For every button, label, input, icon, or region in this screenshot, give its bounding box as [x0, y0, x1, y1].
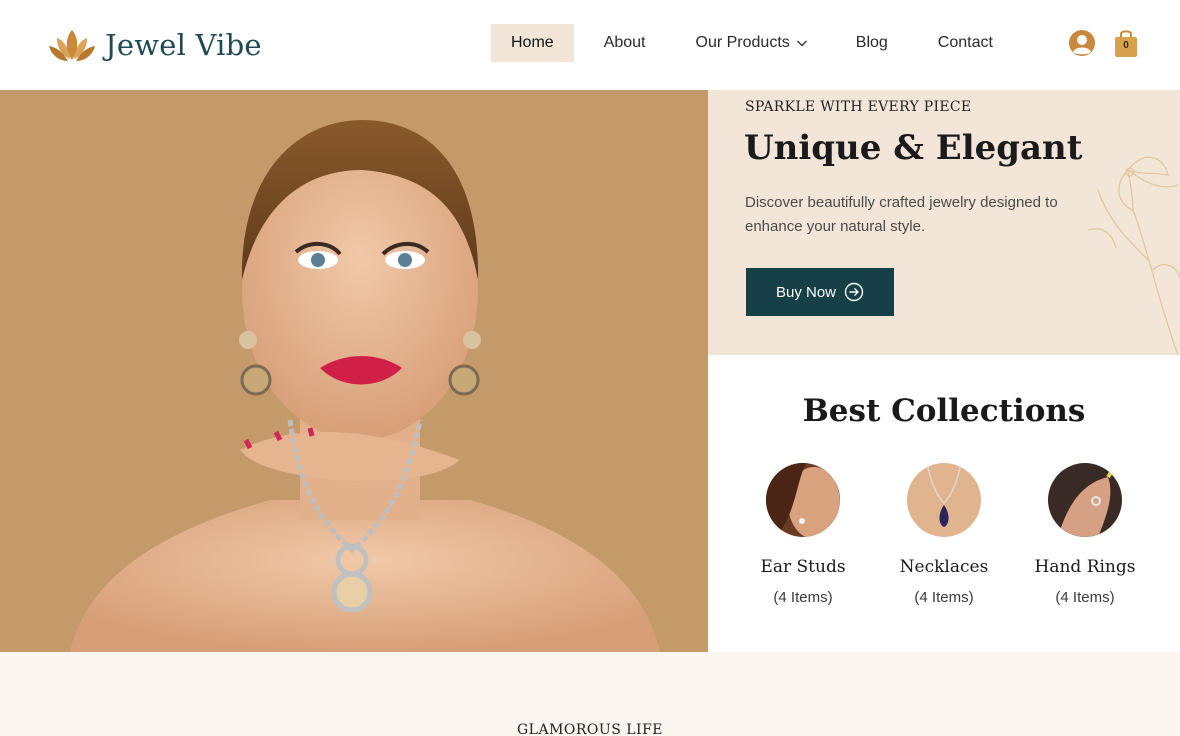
- collections-title: Best Collections: [802, 393, 1086, 429]
- collection-name: Hand Rings: [1034, 557, 1136, 577]
- hero-model-image: [0, 90, 708, 652]
- collection-necklaces[interactable]: Necklaces (4 Items): [884, 463, 1004, 606]
- ear-studs-thumbnail: [766, 463, 840, 537]
- hero-promo: SPARKLE WITH EVERY PIECE Unique & Elegan…: [708, 90, 1180, 355]
- nav-item-home[interactable]: Home: [491, 24, 574, 62]
- collection-hand-rings[interactable]: Hand Rings (4 Items): [1025, 463, 1145, 606]
- collection-name: Ear Studs: [760, 557, 846, 577]
- buy-now-button[interactable]: Buy Now: [746, 268, 894, 316]
- nav-item-contact[interactable]: Contact: [938, 24, 993, 62]
- buy-now-label: Buy Now: [775, 283, 837, 301]
- nav-item-about[interactable]: About: [604, 24, 646, 62]
- nav-item-our-products[interactable]: Our Products: [696, 24, 808, 62]
- lotus-icon: [49, 30, 95, 61]
- necklaces-thumbnail: [907, 463, 981, 537]
- arrow-right-circle-icon: [844, 282, 864, 302]
- cart-button[interactable]: 0: [1113, 27, 1139, 59]
- collection-count: (4 Items): [773, 589, 833, 606]
- section-eyebrow: GLAMOROUS LIFE: [516, 722, 664, 736]
- collection-count: (4 Items): [1055, 589, 1115, 606]
- collection-name: Necklaces: [899, 557, 989, 577]
- promo-eyebrow: SPARKLE WITH EVERY PIECE: [745, 99, 972, 115]
- promo-description: Discover beautifully crafted jewelry des…: [745, 194, 1058, 235]
- brand-name: Jewel Vibe: [105, 28, 262, 62]
- main-nav: Home About Our Products Blog Contact: [491, 24, 993, 62]
- collection-count: (4 Items): [914, 589, 974, 606]
- site-header: Jewel Vibe Home About Our Products Blog …: [0, 0, 1180, 90]
- hand-rings-thumbnail: [1048, 463, 1122, 537]
- floral-decoration-icon: [1087, 156, 1180, 355]
- best-collections: Best Collections Ear Studs (4 Items) Nec…: [708, 355, 1180, 652]
- nav-item-blog[interactable]: Blog: [856, 24, 888, 62]
- nav-item-label: Our Products: [695, 34, 790, 51]
- chevron-down-icon: [796, 40, 807, 47]
- user-icon: [1069, 30, 1095, 56]
- account-button[interactable]: [1068, 29, 1096, 57]
- cart-count-badge: 0: [1123, 40, 1129, 51]
- brand-logo[interactable]: Jewel Vibe: [48, 26, 262, 64]
- promo-title: Unique & Elegant: [744, 128, 1083, 168]
- collection-ear-studs[interactable]: Ear Studs (4 Items): [743, 463, 863, 606]
- glamorous-life-section: GLAMOROUS LIFE: [0, 652, 1180, 736]
